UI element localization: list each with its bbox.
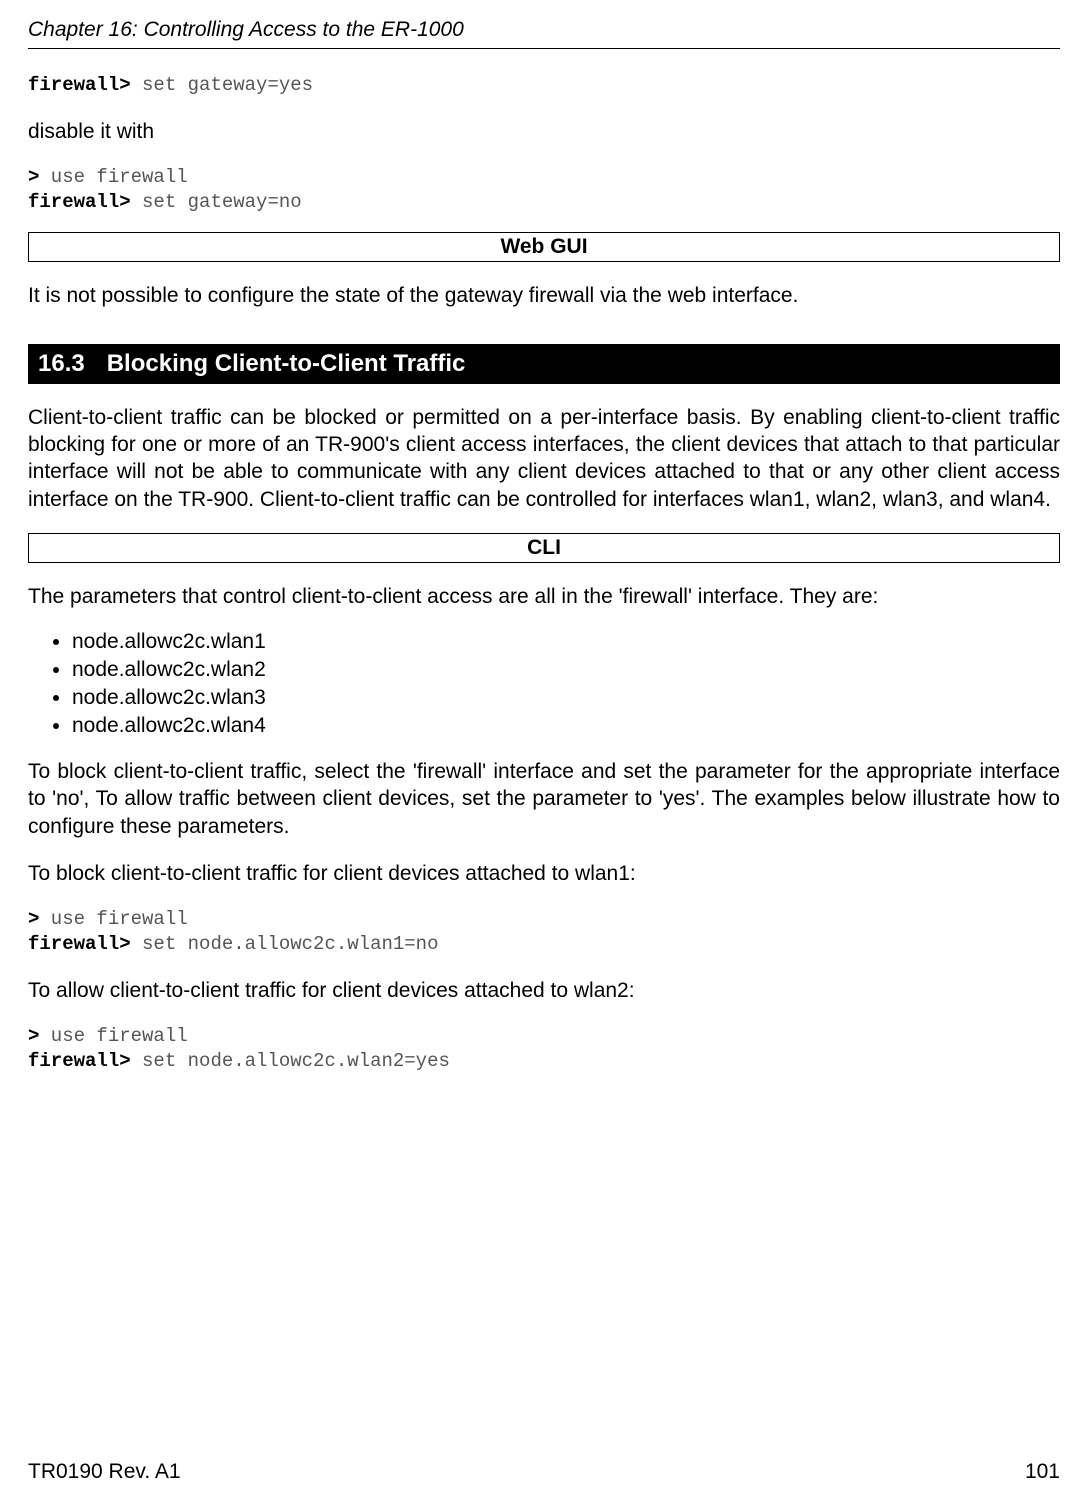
cli-prompt: firewall> bbox=[28, 933, 131, 955]
code-block-1: firewall> set gateway=yes bbox=[28, 73, 1060, 98]
cli-prompt: firewall> bbox=[28, 74, 131, 96]
cli-command: set gateway=yes bbox=[131, 74, 313, 96]
body-text: disable it with bbox=[28, 118, 1060, 145]
cli-prompt: firewall> bbox=[28, 191, 131, 213]
paragraph: Client-to-client traffic can be blocked … bbox=[28, 404, 1060, 513]
page-footer: TR0190 Rev. A1 101 bbox=[28, 1460, 1060, 1484]
cli-prompt: > bbox=[28, 166, 39, 188]
list-item: node.allowc2c.wlan3 bbox=[72, 686, 1060, 710]
body-text: To allow client-to-client traffic for cl… bbox=[28, 977, 1060, 1004]
body-text: It is not possible to configure the stat… bbox=[28, 282, 1060, 309]
page-header: Chapter 16: Controlling Access to the ER… bbox=[28, 18, 1060, 49]
bullet-list: node.allowc2c.wlan1 node.allowc2c.wlan2 … bbox=[28, 630, 1060, 738]
cli-prompt: firewall> bbox=[28, 1050, 131, 1072]
list-item: node.allowc2c.wlan4 bbox=[72, 714, 1060, 738]
list-item: node.allowc2c.wlan2 bbox=[72, 658, 1060, 682]
paragraph: To block client-to-client traffic, selec… bbox=[28, 758, 1060, 840]
section-heading: 16.3 Blocking Client-to-Client Traffic bbox=[28, 344, 1060, 384]
code-block-2: > use firewall firewall> set gateway=no bbox=[28, 165, 1060, 214]
cli-prompt: > bbox=[28, 908, 39, 930]
body-text: To block client-to-client traffic for cl… bbox=[28, 860, 1060, 887]
page: Chapter 16: Controlling Access to the ER… bbox=[0, 0, 1088, 1492]
cli-command: set gateway=no bbox=[131, 191, 302, 213]
body-text: The parameters that control client-to-cl… bbox=[28, 583, 1060, 610]
section-title: Blocking Client-to-Client Traffic bbox=[107, 350, 466, 377]
code-block-4: > use firewall firewall> set node.allowc… bbox=[28, 1024, 1060, 1073]
footer-right: 101 bbox=[1025, 1460, 1060, 1484]
code-block-3: > use firewall firewall> set node.allowc… bbox=[28, 907, 1060, 956]
cli-command: use firewall bbox=[39, 1025, 187, 1047]
section-number: 16.3 bbox=[38, 350, 85, 378]
cli-command: use firewall bbox=[39, 166, 187, 188]
cli-command: set node.allowc2c.wlan2=yes bbox=[131, 1050, 450, 1072]
footer-left: TR0190 Rev. A1 bbox=[28, 1460, 181, 1484]
cli-command: set node.allowc2c.wlan1=no bbox=[131, 933, 439, 955]
subheading-webgui: Web GUI bbox=[28, 232, 1060, 262]
cli-prompt: > bbox=[28, 1025, 39, 1047]
list-item: node.allowc2c.wlan1 bbox=[72, 630, 1060, 654]
cli-command: use firewall bbox=[39, 908, 187, 930]
subheading-cli: CLI bbox=[28, 533, 1060, 563]
